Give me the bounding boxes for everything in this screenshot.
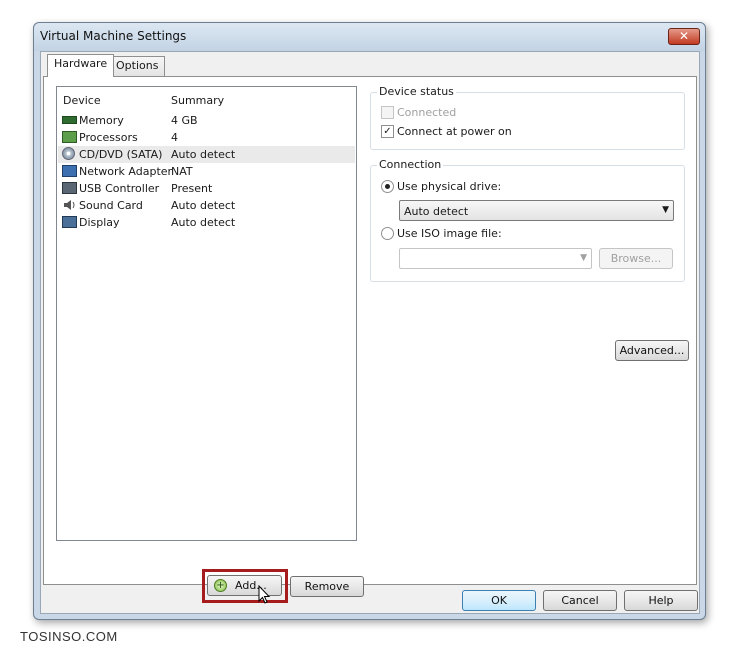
list-header: Device Summary	[57, 87, 356, 112]
device-row-usb-controller[interactable]: USB Controller Present	[58, 180, 355, 197]
title-bar[interactable]: Virtual Machine Settings ✕	[34, 23, 705, 51]
device-summary: Auto detect	[171, 199, 236, 212]
connected-checkbox[interactable]	[381, 106, 394, 119]
device-summary: Auto detect	[171, 216, 236, 229]
watermark-text: TOSINSO.COM	[20, 629, 118, 644]
cd-dvd-icon	[62, 147, 75, 160]
advanced-button[interactable]: Advanced...	[615, 340, 689, 361]
device-status-title: Device status	[377, 85, 456, 98]
browse-button[interactable]: Browse...	[599, 248, 673, 269]
connect-at-power-on-checkbox[interactable]: ✓	[381, 125, 394, 138]
ok-button[interactable]: OK	[462, 590, 536, 611]
device-summary: Present	[171, 182, 213, 195]
device-row-network-adapter[interactable]: Network Adapter NAT	[58, 163, 355, 180]
device-row-sound-card[interactable]: Sound Card Auto detect	[58, 197, 355, 214]
use-iso-image-label: Use ISO image file:	[397, 227, 502, 240]
device-name: Memory	[79, 114, 124, 127]
use-physical-drive-label: Use physical drive:	[397, 180, 502, 193]
device-name: Display	[79, 216, 120, 229]
device-name: CD/DVD (SATA)	[79, 148, 163, 161]
help-button[interactable]: Help	[624, 590, 698, 611]
mouse-cursor-icon	[258, 585, 271, 604]
vm-settings-window: Virtual Machine Settings ✕ Hardware Opti…	[33, 22, 706, 620]
dropdown-arrow-icon: ▼	[580, 253, 587, 263]
tab-hardware[interactable]: Hardware	[47, 54, 115, 77]
use-physical-drive-radio[interactable]	[381, 180, 394, 193]
use-iso-image-radio[interactable]	[381, 227, 394, 240]
add-hardware-icon: +	[214, 579, 227, 592]
device-row-processors[interactable]: Processors 4	[58, 129, 355, 146]
close-icon: ✕	[678, 29, 690, 43]
physical-drive-value: Auto detect	[404, 205, 469, 218]
connection-title: Connection	[377, 158, 444, 171]
device-row-memory[interactable]: Memory 4 GB	[58, 112, 355, 129]
sound-card-icon	[62, 199, 77, 211]
dialog-client-area: Hardware Options Device Summary Memory 4…	[40, 51, 700, 614]
network-adapter-icon	[62, 165, 77, 177]
device-name: Sound Card	[79, 199, 143, 212]
memory-icon	[62, 116, 77, 124]
connection-group: Connection Use physical drive: Auto dete…	[370, 158, 685, 282]
device-name: Processors	[79, 131, 138, 144]
iso-image-path-combobox[interactable]: ▼	[399, 248, 592, 269]
remove-button[interactable]: Remove	[290, 576, 364, 597]
device-status-group: Device status Connected ✓ Connect at pow…	[370, 85, 685, 150]
usb-icon	[62, 182, 77, 194]
column-header-summary[interactable]: Summary	[171, 94, 224, 107]
device-summary: 4	[171, 131, 178, 144]
device-name: USB Controller	[79, 182, 160, 195]
radio-selected-dot	[385, 184, 390, 189]
display-icon	[62, 216, 77, 228]
close-button[interactable]: ✕	[668, 28, 700, 45]
device-row-cd-dvd[interactable]: CD/DVD (SATA) Auto detect	[58, 146, 355, 163]
connect-at-power-on-label: Connect at power on	[397, 125, 512, 138]
hardware-tab-panel: Device Summary Memory 4 GB Processors 4 …	[43, 76, 697, 604]
cancel-button[interactable]: Cancel	[543, 590, 617, 611]
connected-label: Connected	[397, 106, 457, 119]
physical-drive-dropdown[interactable]: Auto detect ▼	[399, 200, 674, 221]
checkmark-icon: ✓	[383, 126, 392, 137]
device-summary: NAT	[171, 165, 193, 178]
column-header-device[interactable]: Device	[63, 94, 101, 107]
dropdown-arrow-icon: ▼	[662, 205, 669, 215]
device-list[interactable]: Device Summary Memory 4 GB Processors 4 …	[56, 86, 357, 541]
window-title: Virtual Machine Settings	[40, 29, 187, 43]
device-row-display[interactable]: Display Auto detect	[58, 214, 355, 231]
tab-options[interactable]: Options	[109, 56, 166, 76]
processor-icon	[62, 131, 77, 143]
device-name: Network Adapter	[79, 165, 173, 178]
device-summary: 4 GB	[171, 114, 198, 127]
device-summary: Auto detect	[171, 148, 236, 161]
